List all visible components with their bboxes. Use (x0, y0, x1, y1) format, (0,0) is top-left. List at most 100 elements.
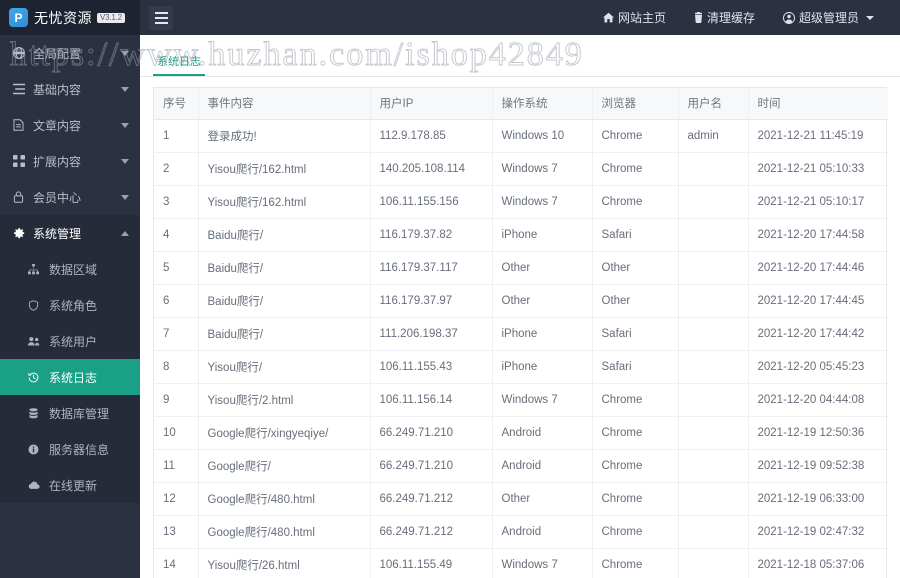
sidebar-subitem-database-management[interactable]: 数据库管理 (0, 395, 140, 431)
main-content: 系统日志 序号 事件内容 用户IP 操作系统 浏览器 用户名 时间 1 登录成功… (140, 35, 900, 578)
cell-time: 2021-12-21 11:45:19 (748, 119, 888, 153)
trash-icon (694, 12, 703, 23)
cell-username (678, 449, 749, 483)
col-header-index: 序号 (154, 88, 199, 120)
table-row: 12 Google爬行/480.html 66.249.71.212 Other Chr… (154, 482, 888, 516)
cell-time: 2021-12-20 04:44:08 (748, 383, 888, 417)
sidebar-item-label: 扩展内容 (33, 154, 82, 169)
hamburger-bar (154, 16, 168, 19)
cell-event: Google爬行/xingyeqiye/ (198, 416, 371, 450)
cell-event: Yisou爬行/2.html (198, 383, 371, 417)
sidebar-item-basic-content[interactable]: 基础内容 (0, 71, 140, 107)
cell-index: 10 (154, 416, 199, 450)
header-item-clear-cache[interactable]: 清理缓存 (680, 0, 769, 35)
cell-event: Google爬行/480.html (198, 515, 371, 549)
sidebar-subitem-system-log[interactable]: 系统日志 (0, 359, 140, 395)
cell-browser: Safari (592, 218, 679, 252)
chevron-down-icon (121, 86, 129, 92)
header-item-user-menu[interactable]: 超级管理员 (769, 0, 888, 35)
cell-user-ip: 116.179.37.97 (370, 284, 493, 318)
cell-browser: Chrome (592, 449, 679, 483)
cell-browser: Chrome (592, 416, 679, 450)
log-table-body: 1 登录成功! 112.9.178.85 Windows 10 Chrome admin 2… (154, 119, 888, 578)
cell-browser: Other (592, 251, 679, 285)
table-row: 5 Baidu爬行/116.179.37.117 Other Other 2021-12… (154, 251, 888, 285)
sidebar-item-extended-content[interactable]: 扩展内容 (0, 143, 140, 179)
sidebar-subitem-system-users[interactable]: 系统用户 (0, 323, 140, 359)
cell-event: Yisou爬行/162.html (198, 185, 371, 219)
cell-time: 2021-12-18 05:37:06 (748, 548, 888, 578)
cell-time: 2021-12-21 05:10:17 (748, 185, 888, 219)
cell-user-ip: 106.11.155.43 (370, 350, 493, 384)
sidebar-subitem-system-roles[interactable]: 系统角色 (0, 287, 140, 323)
sidebar-toggle-button[interactable] (149, 5, 173, 30)
content-tabs: 系统日志 (140, 35, 900, 77)
sidebar-subitem-server-info[interactable]: 服务器信息 (0, 431, 140, 467)
cell-user-ip: 106.11.156.14 (370, 383, 493, 417)
table-header-row: 序号 事件内容 用户IP 操作系统 浏览器 用户名 时间 (154, 88, 888, 120)
cell-os: Android (492, 416, 593, 450)
cell-browser: Safari (592, 317, 679, 351)
cell-index: 8 (154, 350, 199, 384)
cell-os: Other (492, 251, 593, 285)
sidebar-item-member-center[interactable]: 会员中心 (0, 179, 140, 215)
cell-username (678, 284, 749, 318)
cell-browser: Chrome (592, 482, 679, 516)
sidebar-subitem-label: 系统角色 (49, 298, 98, 313)
cell-os: Android (492, 515, 593, 549)
cell-time: 2021-12-20 17:44:46 (748, 251, 888, 285)
sidebar-subitem-data-zone[interactable]: 数据区域 (0, 251, 140, 287)
cell-os: Android (492, 449, 593, 483)
cell-index: 11 (154, 449, 199, 483)
cell-browser: Chrome (592, 152, 679, 186)
cell-event: Baidu爬行/ (198, 317, 371, 351)
sidebar-item-global-config[interactable]: 全局配置 (0, 35, 140, 71)
sidebar-item-label: 系统管理 (33, 226, 82, 241)
sidebar-nav: 全局配置 基础内容 文章内容 扩展内容 会员中心 系统管理 数据区域 系统角色 … (0, 35, 140, 578)
brand-logo-area[interactable]: P 无忧资源 V3.1.2 (0, 0, 140, 35)
cell-user-ip: 111.206.198.37 (370, 317, 493, 351)
history-icon (28, 372, 42, 383)
sidebar-subitem-online-update[interactable]: 在线更新 (0, 467, 140, 503)
cell-user-ip: 66.249.71.212 (370, 482, 493, 516)
table-row: 4 Baidu爬行/116.179.37.82 iPhone Safari 2021-1… (154, 218, 888, 252)
cell-time: 2021-12-19 06:33:00 (748, 482, 888, 516)
col-header-event: 事件内容 (198, 88, 371, 120)
sidebar-item-label: 会员中心 (33, 190, 82, 205)
log-table-container: 序号 事件内容 用户IP 操作系统 浏览器 用户名 时间 1 登录成功! 112.9… (153, 87, 888, 578)
chevron-down-icon (121, 122, 129, 128)
header-item-website-home[interactable]: 网站主页 (589, 0, 680, 35)
cell-time: 2021-12-19 09:52:38 (748, 449, 888, 483)
cell-time: 2021-12-19 02:47:32 (748, 515, 888, 549)
log-table: 序号 事件内容 用户IP 操作系统 浏览器 用户名 时间 1 登录成功! 112.9… (154, 88, 888, 578)
cell-user-ip: 66.249.71.210 (370, 449, 493, 483)
cell-index: 14 (154, 548, 199, 578)
cell-username (678, 548, 749, 578)
cell-index: 5 (154, 251, 199, 285)
table-row: 14 Yisou爬行/26.html 106.11.155.49 Windows 7C… (154, 548, 888, 578)
chevron-down-icon (866, 15, 874, 20)
shield-icon (28, 299, 42, 311)
cell-event: Google爬行/ (198, 449, 371, 483)
cell-browser: Chrome (592, 119, 679, 153)
cell-event: Yisou爬行/162.html (198, 152, 371, 186)
sidebar-item-article-content[interactable]: 文章内容 (0, 107, 140, 143)
col-header-username: 用户名 (678, 88, 749, 120)
app-title: 无忧资源 (34, 9, 92, 26)
sidebar-item-system-management[interactable]: 系统管理 (0, 215, 140, 251)
user-circle-icon (782, 11, 795, 24)
tab-system-log[interactable]: 系统日志 (153, 53, 205, 76)
cell-event: Baidu爬行/ (198, 284, 371, 318)
table-row: 1 登录成功! 112.9.178.85 Windows 10 Chrome admin 2… (154, 119, 888, 153)
cell-username (678, 185, 749, 219)
table-row: 6 Baidu爬行/116.179.37.97 Other Other 2021-12-… (154, 284, 888, 318)
cell-os: iPhone (492, 317, 593, 351)
cell-os: Windows 7 (492, 185, 593, 219)
cell-os: iPhone (492, 218, 593, 252)
header-item-label: 超级管理员 (798, 11, 859, 25)
cell-user-ip: 106.11.155.156 (370, 185, 493, 219)
cell-time: 2021-12-20 05:45:23 (748, 350, 888, 384)
cell-username (678, 251, 749, 285)
admin-page: P 无忧资源 V3.1.2 网站主页 清理缓存 超级管理员 全局配置 基础内容 … (0, 0, 900, 578)
sidebar-item-label: 全局配置 (33, 46, 82, 61)
